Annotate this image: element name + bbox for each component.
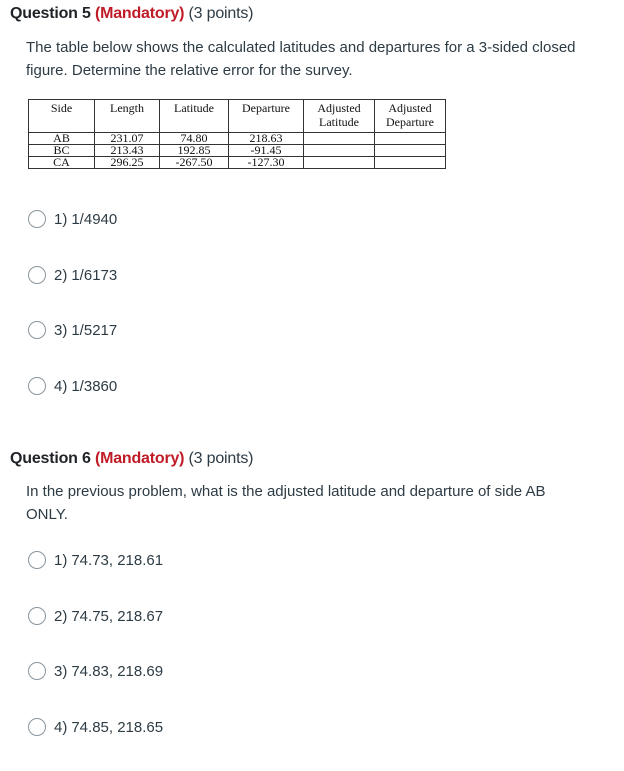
- header-text: Latitude: [319, 115, 359, 129]
- header-adjusted-latitude: Adjusted Latitude: [303, 99, 375, 133]
- option-number: 4): [54, 377, 68, 395]
- table-row: CA 296.25 -267.50 -127.30: [28, 156, 446, 169]
- cell-adjusted-latitude: [303, 144, 375, 157]
- mandatory-label: (Mandatory): [94, 450, 185, 467]
- header-text: Adjusted: [317, 101, 361, 115]
- q5-option-1[interactable]: 1) 1/4940: [28, 210, 117, 228]
- option-number: 3): [54, 321, 68, 339]
- header-adjusted-departure: Adjusted Departure: [374, 99, 446, 133]
- question-6-prompt: In the previous problem, what is the adj…: [26, 483, 546, 523]
- option-label: 2) 74.75, 218.67: [54, 608, 163, 625]
- question-5-prompt: The table below shows the calculated lat…: [26, 39, 576, 79]
- table-row: AB 231.07 74.80 218.63: [28, 132, 446, 145]
- latitude-departure-table: Side Length Latitude Departure Adjusted L…: [28, 99, 446, 169]
- option-number: 4): [54, 718, 68, 736]
- q6-option-4[interactable]: 4) 74.85, 218.65: [28, 718, 163, 736]
- option-number: 2): [54, 266, 68, 284]
- option-label: 1) 74.73, 218.61: [54, 552, 163, 569]
- header-side: Side: [28, 99, 95, 133]
- option-number: 2): [54, 607, 68, 625]
- cell-adjusted-latitude: [303, 132, 375, 145]
- header-departure: Departure: [228, 99, 304, 133]
- radio-button[interactable]: [28, 607, 46, 625]
- radio-button[interactable]: [28, 551, 46, 569]
- option-number: 1): [54, 210, 68, 228]
- header-text: Length: [110, 101, 144, 115]
- option-text: 74.75, 218.67: [71, 607, 164, 625]
- header-text: Departure: [242, 101, 290, 115]
- cell-adjusted-departure: [374, 132, 446, 145]
- mandatory-label: (Mandatory): [94, 5, 185, 22]
- q5-option-3[interactable]: 3) 1/5217: [28, 321, 117, 339]
- points-label: (3 points): [188, 450, 254, 467]
- radio-button[interactable]: [28, 662, 46, 680]
- radio-button[interactable]: [28, 321, 46, 339]
- question-5-header: Question 5 (Mandatory) (3 points): [10, 5, 253, 23]
- option-label: 3) 1/5217: [54, 322, 117, 339]
- header-length: Length: [94, 99, 160, 133]
- radio-button[interactable]: [28, 210, 46, 228]
- table-row: BC 213.43 192.85 -91.45: [28, 144, 446, 157]
- option-label: 3) 74.83, 218.69: [54, 663, 163, 680]
- cell-adjusted-latitude: [303, 156, 375, 169]
- option-text: 1/3860: [71, 377, 118, 395]
- q5-option-4[interactable]: 4) 1/3860: [28, 377, 117, 395]
- question-6-header: Question 6 (Mandatory) (3 points): [10, 450, 253, 468]
- option-number: 1): [54, 551, 68, 569]
- question-number: Question 5: [10, 5, 91, 22]
- q5-option-2[interactable]: 2) 1/6173: [28, 266, 117, 284]
- option-number: 3): [54, 662, 68, 680]
- option-text: 74.73, 218.61: [71, 551, 164, 569]
- option-text: 1/4940: [71, 210, 118, 228]
- header-text: Adjusted: [388, 101, 432, 115]
- radio-button[interactable]: [28, 377, 46, 395]
- option-label: 4) 74.85, 218.65: [54, 719, 163, 736]
- cell-latitude: -267.50: [159, 156, 229, 169]
- header-latitude: Latitude: [159, 99, 229, 133]
- q6-option-1[interactable]: 1) 74.73, 218.61: [28, 551, 163, 569]
- cell-side: CA: [28, 156, 95, 169]
- header-text: Latitude: [174, 101, 214, 115]
- question-number: Question 6: [10, 450, 91, 467]
- cell-adjusted-departure: [374, 144, 446, 157]
- q6-option-2[interactable]: 2) 74.75, 218.67: [28, 607, 163, 625]
- header-text: Departure: [386, 115, 434, 129]
- option-text: 74.85, 218.65: [71, 718, 164, 736]
- cell-departure: -127.30: [228, 156, 304, 169]
- option-text: 74.83, 218.69: [71, 662, 164, 680]
- cell-adjusted-departure: [374, 156, 446, 169]
- cell-length: 296.25: [94, 156, 160, 169]
- option-label: 2) 1/6173: [54, 267, 117, 284]
- header-text: Side: [50, 101, 73, 115]
- option-text: 1/5217: [71, 321, 118, 339]
- radio-button[interactable]: [28, 718, 46, 736]
- table-header-row: Side Length Latitude Departure Adjusted L…: [28, 99, 446, 133]
- radio-button[interactable]: [28, 266, 46, 284]
- points-label: (3 points): [188, 5, 254, 22]
- option-label: 1) 1/4940: [54, 211, 117, 228]
- option-label: 4) 1/3860: [54, 378, 117, 395]
- q6-option-3[interactable]: 3) 74.83, 218.69: [28, 662, 163, 680]
- option-text: 1/6173: [71, 266, 118, 284]
